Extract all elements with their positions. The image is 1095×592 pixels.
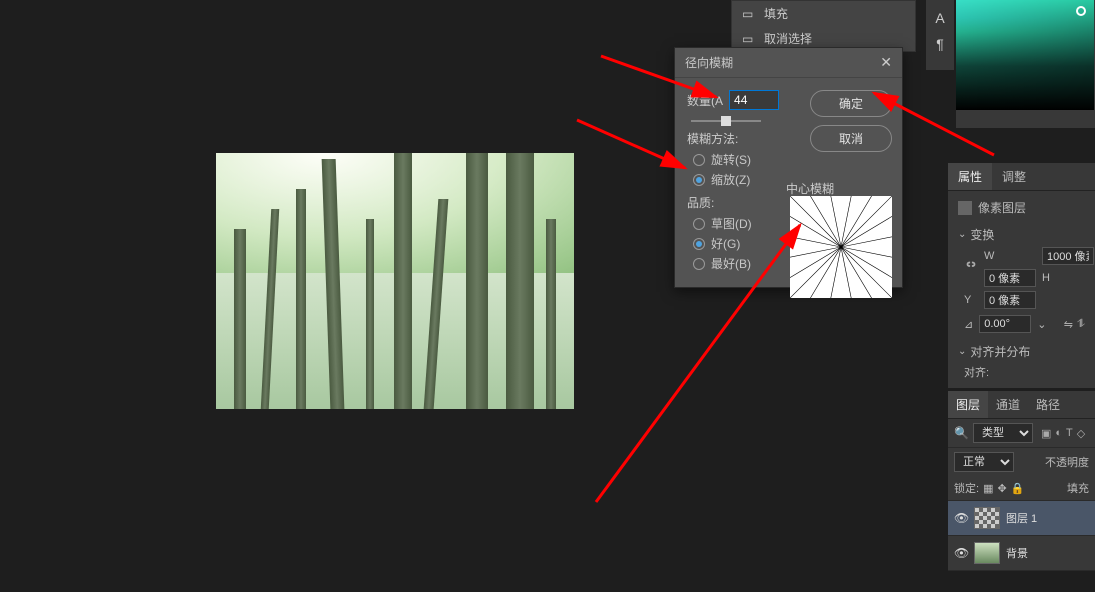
filter-type-icon[interactable]: T [1066, 427, 1073, 440]
tab-properties[interactable]: 属性 [948, 163, 992, 190]
menu-item-fill[interactable]: ▭ 填充 [732, 1, 915, 26]
right-tool-strip: A ¶ [926, 0, 954, 70]
visibility-icon[interactable]: 👁 [954, 546, 968, 560]
y-label: Y [964, 294, 978, 306]
paragraph-panel-icon[interactable]: ¶ [936, 36, 944, 52]
radio-label: 最好(B) [711, 255, 751, 272]
fill-label: 填充 [1067, 480, 1089, 496]
method-spin-radio[interactable]: 旋转(S) [693, 151, 795, 168]
filter-pixel-icon[interactable]: ▣ [1041, 427, 1051, 440]
amount-label: 数量(A [687, 92, 723, 109]
blur-method-label: 模糊方法: [687, 130, 795, 147]
amount-input[interactable] [729, 90, 779, 110]
lock-position-icon[interactable]: ✥ [997, 482, 1006, 495]
dialog-titlebar[interactable]: 径向模糊 ✕ [675, 48, 902, 78]
rect-icon: ▭ [742, 7, 756, 21]
rect-icon: ▭ [742, 32, 756, 46]
radial-blur-dialog: 径向模糊 ✕ 数量(A 模糊方法: 旋转(S) 缩放(Z) 品质: [674, 47, 903, 288]
tab-layers[interactable]: 图层 [948, 391, 988, 418]
radio-icon [693, 258, 705, 270]
link-wh-icon[interactable] [964, 259, 978, 276]
opacity-label: 不透明度 [1045, 454, 1089, 470]
ok-button[interactable]: 确定 [810, 90, 892, 117]
radio-icon [693, 238, 705, 250]
pixel-layer-icon [958, 201, 972, 215]
rotate-input[interactable] [979, 315, 1031, 333]
cancel-button[interactable]: 取消 [810, 125, 892, 152]
menu-item-label: 取消选择 [764, 30, 812, 47]
menu-item-label: 填充 [764, 5, 788, 22]
radio-icon [693, 218, 705, 230]
method-zoom-radio[interactable]: 缩放(Z) [693, 171, 795, 188]
x-input[interactable] [984, 269, 1036, 287]
transform-section-header[interactable]: 变换 [958, 226, 1085, 243]
character-panel-icon[interactable]: A [935, 10, 944, 26]
search-icon[interactable]: 🔍 [954, 426, 969, 440]
layer-name: 背景 [1006, 545, 1028, 561]
amount-slider[interactable] [691, 118, 761, 124]
layer-row[interactable]: 👁 图层 1 [948, 501, 1095, 536]
visibility-icon[interactable]: 👁 [954, 511, 968, 525]
width-label: W [984, 250, 1036, 262]
layer-row[interactable]: 👁 背景 [948, 536, 1095, 571]
dialog-title-text: 径向模糊 [685, 54, 733, 71]
blend-mode-select[interactable]: 正常 [954, 452, 1014, 472]
radio-label: 草图(D) [711, 215, 752, 232]
context-menu: ▭ 填充 ▭ 取消选择 [731, 0, 916, 52]
radio-label: 旋转(S) [711, 151, 751, 168]
slider-thumb[interactable] [721, 116, 731, 126]
layer-filter-select[interactable]: 类型 [973, 423, 1033, 443]
radio-icon [693, 174, 705, 186]
canvas-document [216, 153, 574, 409]
layers-panel: 图层 通道 路径 🔍 类型 ▣ ◐ T ◇ 正常 不透明度 锁定: ▦ ✥ 🔒 … [948, 391, 1095, 571]
lock-pixels-icon[interactable]: ▦ [983, 482, 993, 495]
tab-adjustments[interactable]: 调整 [992, 163, 1036, 190]
filter-adjust-icon[interactable]: ◐ [1055, 427, 1062, 440]
blur-center-preview[interactable] [790, 196, 892, 298]
color-picker-cursor[interactable] [1076, 6, 1086, 16]
radio-label: 缩放(Z) [711, 171, 750, 188]
quality-good-radio[interactable]: 好(G) [693, 235, 795, 252]
layer-thumbnail[interactable] [974, 542, 1000, 564]
flip-vertical-icon[interactable]: ⥮ [1077, 318, 1085, 331]
rotate-icon: ⊿ [964, 318, 973, 331]
layer-type-label: 像素图层 [978, 199, 1026, 216]
quality-label: 品质: [687, 194, 795, 211]
width-input[interactable] [1042, 247, 1094, 265]
layer-thumbnail[interactable] [974, 507, 1000, 529]
quality-draft-radio[interactable]: 草图(D) [693, 215, 795, 232]
layer-name: 图层 1 [1006, 510, 1037, 526]
align-label: 对齐: [964, 364, 1085, 380]
radio-label: 好(G) [711, 235, 740, 252]
flip-horizontal-icon[interactable]: ⇋ [1064, 318, 1073, 331]
rotate-dropdown-icon[interactable]: ⌄ [1037, 318, 1046, 331]
close-icon[interactable]: ✕ [880, 54, 892, 71]
height-label: H [1042, 272, 1094, 284]
lock-all-icon[interactable]: 🔒 [1011, 482, 1025, 495]
tab-channels[interactable]: 通道 [988, 391, 1028, 418]
color-field[interactable] [956, 0, 1094, 110]
canvas-image [216, 153, 574, 409]
quality-best-radio[interactable]: 最好(B) [693, 255, 795, 272]
y-input[interactable] [984, 291, 1036, 309]
align-section-header[interactable]: 对齐并分布 [958, 343, 1085, 360]
lock-label: 锁定: [954, 480, 979, 496]
filter-shape-icon[interactable]: ◇ [1077, 427, 1085, 440]
properties-panel: 属性 调整 像素图层 变换 W X H Y ⊿ ⌄ ⇋ [948, 163, 1095, 388]
tab-paths[interactable]: 路径 [1028, 391, 1068, 418]
blur-center-label: 中心模糊 [786, 180, 834, 197]
color-picker-panel [956, 0, 1095, 128]
radio-icon [693, 154, 705, 166]
